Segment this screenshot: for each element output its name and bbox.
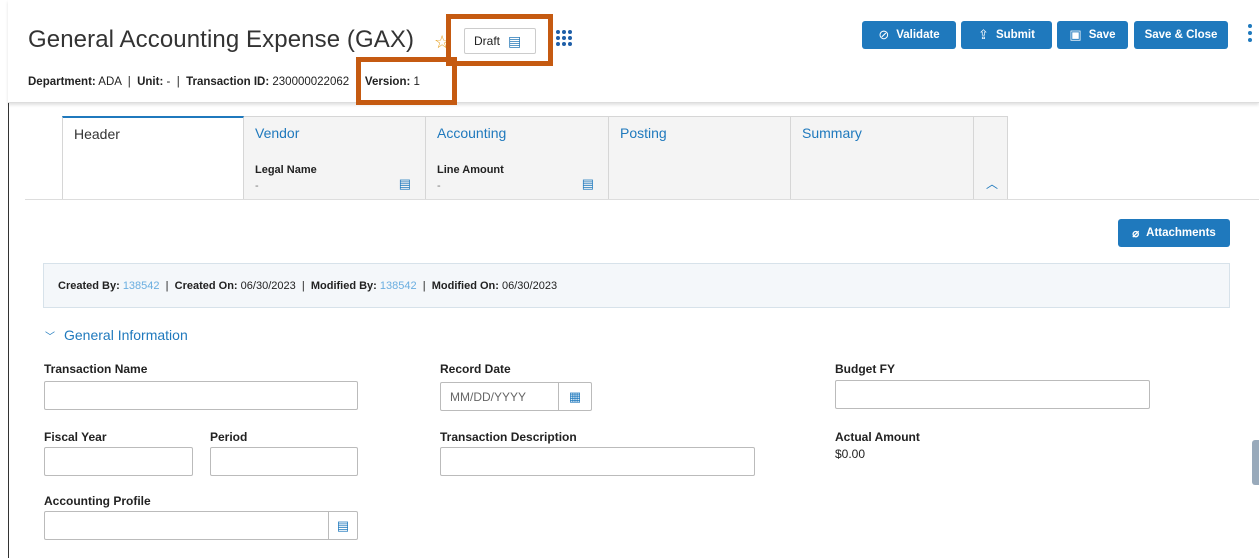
- record-date-input[interactable]: MM/DD/YYYY ▦: [440, 382, 592, 411]
- highlight-box-version: [356, 57, 457, 105]
- accounting-profile-label: Accounting Profile: [44, 494, 151, 508]
- modified-by-link[interactable]: 138542: [380, 280, 417, 292]
- audit-info-bar: Created By: 138542 | Created On: 06/30/2…: [43, 263, 1230, 308]
- period-label: Period: [210, 430, 248, 444]
- document-icon[interactable]: ▤: [399, 176, 411, 192]
- attachments-button[interactable]: ⌀ Attachments: [1118, 219, 1230, 247]
- record-date-label: Record Date: [440, 362, 511, 376]
- chevron-up-icon: ︿: [986, 177, 999, 191]
- floppy-disk-icon: ▣: [1069, 27, 1082, 42]
- tab-accounting[interactable]: Accounting Line Amount - ▤: [426, 116, 609, 200]
- save-button[interactable]: ▣ Save: [1057, 21, 1128, 49]
- fiscal-year-label: Fiscal Year: [44, 430, 107, 444]
- page-title: General Accounting Expense (GAX): [28, 26, 415, 53]
- tab-bar: Header Vendor Legal Name - ▤ Accounting …: [62, 116, 1008, 200]
- accounting-profile-input[interactable]: ▤: [44, 511, 358, 540]
- transaction-header: General Accounting Expense (GAX) ☆ Draft…: [8, 0, 1259, 103]
- submit-icon: ⇪: [978, 27, 989, 42]
- paperclip-icon: ⌀: [1132, 228, 1140, 240]
- budget-fy-label: Budget FY: [835, 362, 895, 376]
- check-circle-icon: ⊘: [878, 27, 890, 42]
- transaction-description-label: Transaction Description: [440, 430, 577, 444]
- period-input[interactable]: [210, 447, 358, 476]
- tab-posting[interactable]: Posting: [609, 116, 791, 200]
- main-panel: [25, 199, 1259, 559]
- calendar-icon[interactable]: ▦: [558, 383, 591, 410]
- tab-summary[interactable]: Summary: [791, 116, 974, 200]
- highlight-box-draft: [446, 14, 553, 66]
- apps-grid-icon[interactable]: [556, 30, 572, 46]
- transaction-name-label: Transaction Name: [44, 362, 148, 376]
- validate-button[interactable]: ⊘ Validate: [862, 21, 956, 49]
- submit-button[interactable]: ⇪ Submit: [961, 21, 1052, 49]
- actual-amount-label: Actual Amount: [835, 430, 920, 444]
- save-close-button[interactable]: Save & Close: [1134, 21, 1228, 49]
- transaction-name-input[interactable]: [44, 381, 358, 410]
- collapse-tabs-button[interactable]: ︿: [974, 116, 1008, 200]
- transaction-description-input[interactable]: [440, 447, 755, 476]
- budget-fy-input[interactable]: [835, 380, 1150, 409]
- created-by-link[interactable]: 138542: [123, 280, 160, 292]
- tab-header[interactable]: Header: [62, 116, 244, 200]
- actual-amount-value: $0.00: [835, 447, 866, 461]
- kebab-menu-icon[interactable]: [1248, 24, 1252, 42]
- chevron-down-icon: ﹀: [45, 331, 55, 343]
- fiscal-year-input[interactable]: [44, 447, 193, 476]
- document-icon[interactable]: ▤: [582, 176, 594, 192]
- transaction-id: 230000022062: [272, 76, 350, 88]
- general-information-toggle[interactable]: ﹀ General Information: [45, 327, 188, 343]
- lookup-icon[interactable]: ▤: [328, 512, 357, 539]
- side-scroll-handle[interactable]: [1252, 440, 1259, 485]
- tab-vendor[interactable]: Vendor Legal Name - ▤: [244, 116, 426, 200]
